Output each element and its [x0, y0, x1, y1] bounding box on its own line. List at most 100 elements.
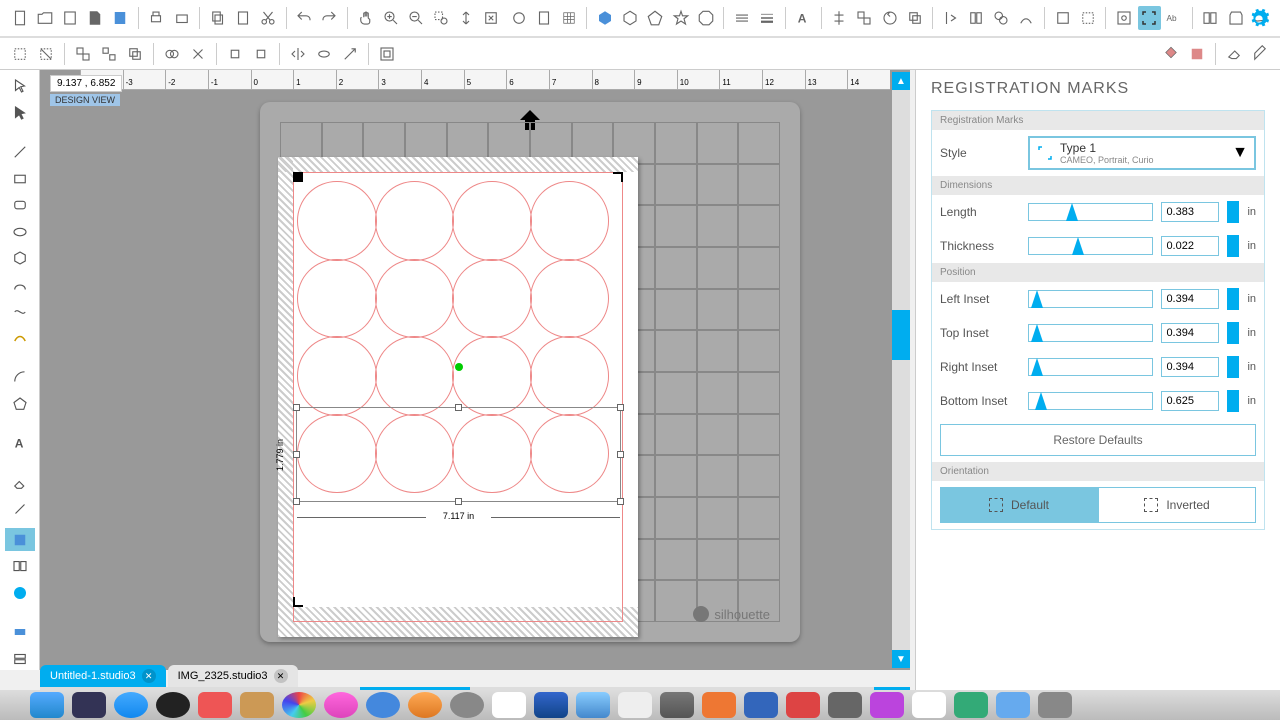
dock-app-icon[interactable] [660, 692, 694, 718]
new-file-icon[interactable] [8, 6, 31, 30]
thickness-slider[interactable] [1028, 237, 1153, 255]
right-inset-slider[interactable] [1028, 358, 1153, 376]
scroll-up-icon[interactable]: ▲ [892, 72, 910, 90]
library-icon[interactable] [109, 6, 132, 30]
dock-app-icon[interactable] [702, 692, 736, 718]
zoom-in-icon[interactable] [379, 6, 402, 30]
redo-icon[interactable] [318, 6, 341, 30]
select-tool-icon[interactable] [5, 75, 35, 98]
pattern-icon[interactable] [1185, 42, 1209, 66]
duplicate-icon[interactable] [903, 6, 926, 30]
vertical-scrollbar[interactable]: ▲ ▼ [892, 90, 910, 650]
mirror-v-icon[interactable] [312, 42, 336, 66]
front-icon[interactable] [223, 42, 247, 66]
polygon-tool-icon[interactable] [5, 247, 35, 270]
right-inset-input[interactable] [1161, 357, 1219, 377]
page-setup-icon[interactable] [532, 6, 555, 30]
pentagon-icon[interactable] [644, 6, 667, 30]
knife-icon[interactable] [338, 42, 362, 66]
rect-tool-icon[interactable] [5, 167, 35, 190]
dock-app-icon[interactable] [156, 692, 190, 718]
zoom-out-icon[interactable] [404, 6, 427, 30]
stepper-down[interactable] [1227, 367, 1239, 378]
resize-handle[interactable] [293, 404, 300, 411]
orientation-default-button[interactable]: Default [940, 487, 1098, 523]
stepper-down[interactable] [1227, 333, 1239, 344]
line-weight-icon[interactable] [755, 6, 778, 30]
dock-app-icon[interactable] [576, 692, 610, 718]
dock-app-icon[interactable] [828, 692, 862, 718]
resize-handle[interactable] [617, 404, 624, 411]
dock-app-icon[interactable] [198, 692, 232, 718]
dock-app-icon[interactable] [996, 692, 1030, 718]
design-page[interactable]: 7.117 in 1.779 in [278, 157, 638, 637]
orientation-inverted-button[interactable]: Inverted [1098, 487, 1256, 523]
paste-icon[interactable] [231, 6, 254, 30]
zoom-fit-icon[interactable] [455, 6, 478, 30]
ungroup-icon[interactable] [97, 42, 121, 66]
dock-app-icon[interactable] [870, 692, 904, 718]
crop-icon[interactable] [186, 42, 210, 66]
rotate-handle[interactable] [455, 363, 463, 371]
stepper-up[interactable] [1227, 322, 1239, 333]
weld-icon[interactable] [160, 42, 184, 66]
stepper-up[interactable] [1227, 235, 1239, 246]
bottom-inset-input[interactable] [1161, 391, 1219, 411]
deselect-icon[interactable] [34, 42, 58, 66]
line-style-icon[interactable] [730, 6, 753, 30]
dock-app-icon[interactable] [282, 692, 316, 718]
zoom-select-icon[interactable] [429, 6, 452, 30]
blue-box-icon[interactable] [5, 621, 35, 644]
doc-tab[interactable]: Untitled-1.studio3 ✕ [40, 665, 166, 687]
smooth-icon[interactable] [5, 327, 35, 350]
dock-app-icon[interactable] [744, 692, 778, 718]
select-all-icon[interactable] [8, 42, 32, 66]
dock-app-icon[interactable] [450, 692, 484, 718]
star-icon[interactable] [669, 6, 692, 30]
hexagon-fill-icon[interactable] [593, 6, 616, 30]
nesting-icon[interactable] [990, 6, 1013, 30]
cut-settings-icon[interactable] [1051, 6, 1074, 30]
back-icon[interactable] [249, 42, 273, 66]
rounded-rect-icon[interactable] [5, 194, 35, 217]
octagon-icon[interactable] [694, 6, 717, 30]
settings-gear-icon[interactable] [1248, 8, 1270, 30]
eraser-icon[interactable] [1222, 42, 1246, 66]
length-input[interactable] [1161, 202, 1219, 222]
thickness-input[interactable] [1161, 236, 1219, 256]
restore-defaults-button[interactable]: Restore Defaults [940, 424, 1256, 456]
bottom-inset-slider[interactable] [1028, 392, 1153, 410]
curve-tool-icon[interactable] [5, 274, 35, 297]
hexagon-icon[interactable] [619, 6, 642, 30]
dock-app-icon[interactable] [492, 692, 526, 718]
scroll-thumb[interactable] [892, 310, 910, 360]
text-label-icon[interactable]: Ab [1163, 6, 1186, 30]
close-icon[interactable]: ✕ [274, 669, 288, 683]
cutting-mat[interactable]: 7.117 in 1.779 in silhouette [260, 102, 800, 642]
copy-icon[interactable] [206, 6, 229, 30]
offset-icon[interactable] [939, 6, 962, 30]
resize-handle[interactable] [293, 451, 300, 458]
close-icon[interactable]: ✕ [142, 669, 156, 683]
dock-app-icon[interactable] [324, 692, 358, 718]
resize-handle[interactable] [293, 498, 300, 505]
bucket-icon[interactable] [1159, 42, 1183, 66]
stepper-up[interactable] [1227, 390, 1239, 401]
regular-polygon-icon[interactable] [5, 393, 35, 416]
print-border-icon[interactable] [1076, 6, 1099, 30]
mirror-h-icon[interactable] [286, 42, 310, 66]
ellipse-tool-icon[interactable] [5, 221, 35, 244]
knife-tool-icon[interactable] [5, 498, 35, 521]
dock-app-icon[interactable] [912, 692, 946, 718]
grid-icon[interactable] [557, 6, 580, 30]
dock-app-icon[interactable] [366, 692, 400, 718]
resize-handle[interactable] [455, 404, 462, 411]
stepper-down[interactable] [1227, 299, 1239, 310]
group-icon[interactable] [71, 42, 95, 66]
send-icon[interactable] [170, 6, 193, 30]
fill-view-icon[interactable] [5, 528, 35, 551]
pan-icon[interactable] [354, 6, 377, 30]
top-inset-slider[interactable] [1028, 324, 1153, 342]
dock-app-icon[interactable] [240, 692, 274, 718]
stepper-down[interactable] [1227, 401, 1239, 412]
